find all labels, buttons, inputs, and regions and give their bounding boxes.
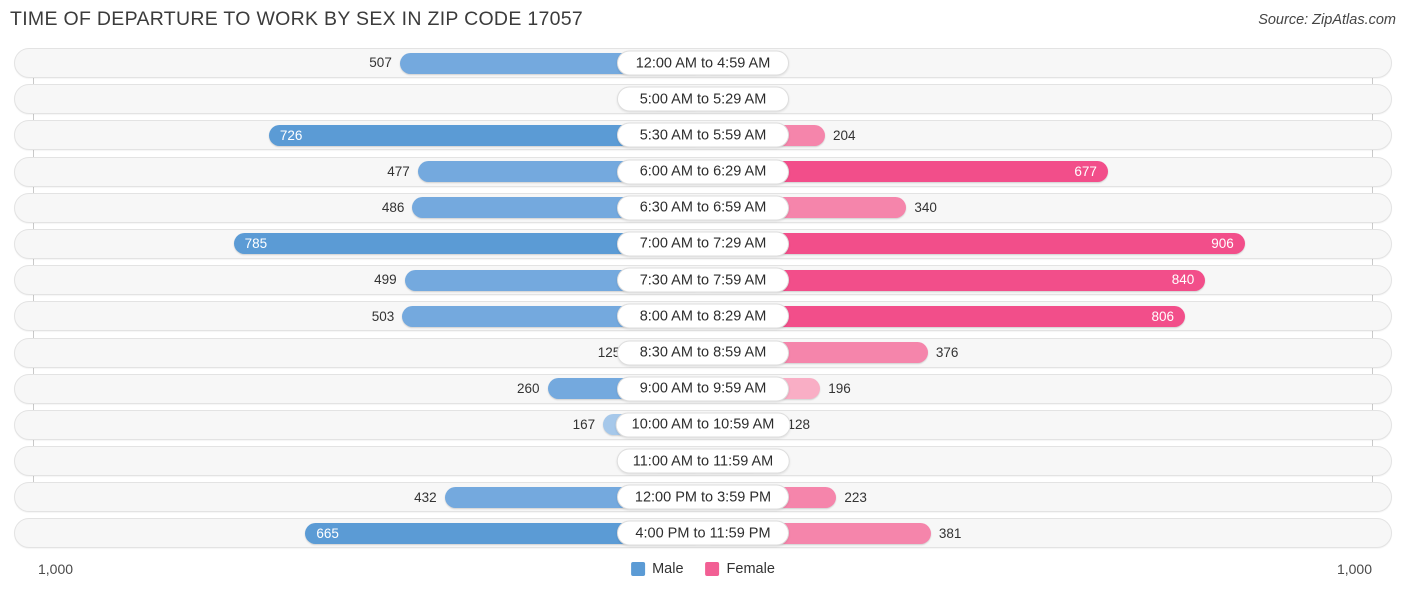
chart-row[interactable]: 507 512:00 AM to 4:59 AM — [14, 48, 1392, 78]
category-label: 5:30 AM to 5:59 AM — [617, 122, 789, 148]
legend-item[interactable]: Male — [631, 561, 684, 577]
chart-rows: 507 512:00 AM to 4:59 AM 90455:00 AM to 5:… — [0, 48, 1406, 555]
male-half: 507 — [15, 49, 703, 77]
male-value-label: 477 — [387, 163, 410, 179]
chart-plot-area: 507 512:00 AM to 4:59 AM 90455:00 AM to 5:… — [0, 48, 1406, 553]
female-half: 381 — [703, 519, 1391, 547]
category-label: 12:00 PM to 3:59 PM — [617, 484, 789, 510]
category-label: 11:00 AM to 11:59 AM — [616, 448, 790, 474]
chart-row[interactable]: 167 128 10:00 AM to 10:59 AM — [14, 409, 1392, 440]
category-label: 8:00 AM to 8:29 AM — [617, 303, 789, 329]
female-half: 97 — [703, 447, 1391, 475]
chart-legend: Male Female — [631, 561, 775, 577]
chart-row[interactable]: 477 677 6:00 AM to 6:29 AM — [14, 156, 1392, 187]
female-half: 45 — [703, 85, 1391, 113]
female-value-label: 340 — [914, 200, 937, 215]
legend-label: Female — [726, 561, 775, 577]
chart-footer: 1,000 1,000 Male Female — [0, 553, 1406, 595]
male-half: 432 — [15, 483, 703, 511]
female-half: 340 — [703, 194, 1391, 222]
female-half: 196 — [703, 375, 1391, 403]
chart-row[interactable]: 503 806 8:00 AM to 8:29 AM — [14, 301, 1392, 332]
female-half: 840 — [703, 266, 1391, 294]
chart-row[interactable]: 260 196 9:00 AM to 9:59 AM — [14, 373, 1392, 404]
female-value-label: 806 — [1151, 308, 1174, 324]
female-value-label: 906 — [1211, 236, 1234, 252]
female-value-label: 223 — [844, 489, 867, 505]
category-label: 7:30 AM to 7:59 AM — [617, 267, 789, 293]
male-half: 503 — [15, 302, 703, 330]
male-value-label: 503 — [371, 308, 395, 324]
male-half: 499 — [15, 266, 703, 294]
female-value-label: 196 — [828, 380, 851, 396]
male-half: 785 — [15, 230, 703, 258]
male-value-label: 785 — [244, 236, 268, 252]
axis-tick-right: 1,000 — [1336, 561, 1372, 577]
chart-row[interactable]: 125 376 8:30 AM to 8:59 AM — [14, 337, 1392, 368]
male-half: 260 — [15, 375, 703, 403]
male-half: 486 — [15, 194, 703, 222]
female-half: 5 — [703, 49, 1391, 77]
category-label: 12:00 AM to 4:59 AM — [617, 50, 789, 76]
male-half: 665 — [15, 519, 703, 547]
category-label: 10:00 AM to 10:59 AM — [615, 412, 791, 438]
male-value-label: 167 — [572, 417, 596, 433]
chart-row[interactable]: 90455:00 AM to 5:29 AM — [14, 84, 1392, 115]
legend-item[interactable]: Female — [705, 561, 775, 577]
female-half: 806 — [703, 302, 1391, 330]
female-half: 906 — [703, 230, 1391, 258]
chart-row[interactable]: 785 906 7:00 AM to 7:29 AM — [14, 228, 1392, 259]
chart-row[interactable]: 726 204 5:30 AM to 5:59 AM — [14, 120, 1392, 151]
page-title: TIME OF DEPARTURE TO WORK BY SEX IN ZIP … — [10, 8, 584, 30]
category-label: 8:30 AM to 8:59 AM — [617, 340, 789, 365]
legend-swatch-icon — [631, 562, 646, 576]
female-half: 677 — [703, 158, 1391, 186]
male-half: 477 — [15, 158, 703, 186]
chart-row[interactable]: 486 340 6:30 AM to 6:59 AM — [14, 192, 1392, 223]
chart-row[interactable]: 499 840 7:30 AM to 7:59 AM — [14, 265, 1392, 296]
male-value-label: 665 — [316, 525, 339, 541]
legend-swatch-icon — [705, 562, 720, 576]
male-half: 125 — [15, 339, 703, 367]
category-label: 7:00 AM to 7:29 AM — [617, 231, 789, 257]
female-half: 128 — [703, 411, 1391, 439]
chart-row[interactable]: 665 381 4:00 PM to 11:59 PM — [14, 518, 1392, 549]
category-label: 6:30 AM to 6:59 AM — [617, 195, 789, 221]
category-label: 6:00 AM to 6:29 AM — [617, 159, 789, 185]
category-label: 4:00 PM to 11:59 PM — [617, 520, 789, 546]
male-half: 89 — [15, 447, 703, 475]
male-half: 726 — [15, 121, 703, 149]
female-value-label: 677 — [1074, 163, 1097, 179]
male-value-label: 507 — [369, 55, 392, 71]
male-value-label: 726 — [279, 127, 303, 143]
female-value-label: 376 — [935, 344, 959, 360]
source-attribution: Source: ZipAtlas.com — [1258, 12, 1396, 28]
chart-row[interactable]: 432 223 12:00 PM to 3:59 PM — [14, 482, 1392, 513]
male-value-label: 432 — [414, 489, 437, 505]
female-value-label: 381 — [938, 525, 962, 541]
axis-tick-left: 1,000 — [38, 561, 74, 577]
female-half: 204 — [703, 121, 1391, 149]
male-half: 90 — [15, 85, 703, 113]
female-half: 376 — [703, 339, 1391, 367]
male-half: 167 — [15, 411, 703, 439]
female-half: 223 — [703, 483, 1391, 511]
category-label: 5:00 AM to 5:29 AM — [617, 86, 789, 112]
female-value-label: 128 — [787, 417, 811, 433]
male-value-label: 260 — [517, 380, 540, 396]
legend-label: Male — [652, 561, 684, 577]
male-value-label: 486 — [381, 200, 405, 215]
male-value-label: 499 — [374, 272, 397, 288]
category-label: 9:00 AM to 9:59 AM — [617, 376, 789, 402]
female-value-label: 840 — [1171, 272, 1195, 288]
female-value-label: 204 — [832, 127, 856, 143]
chart-row[interactable]: 899711:00 AM to 11:59 AM — [14, 446, 1392, 477]
